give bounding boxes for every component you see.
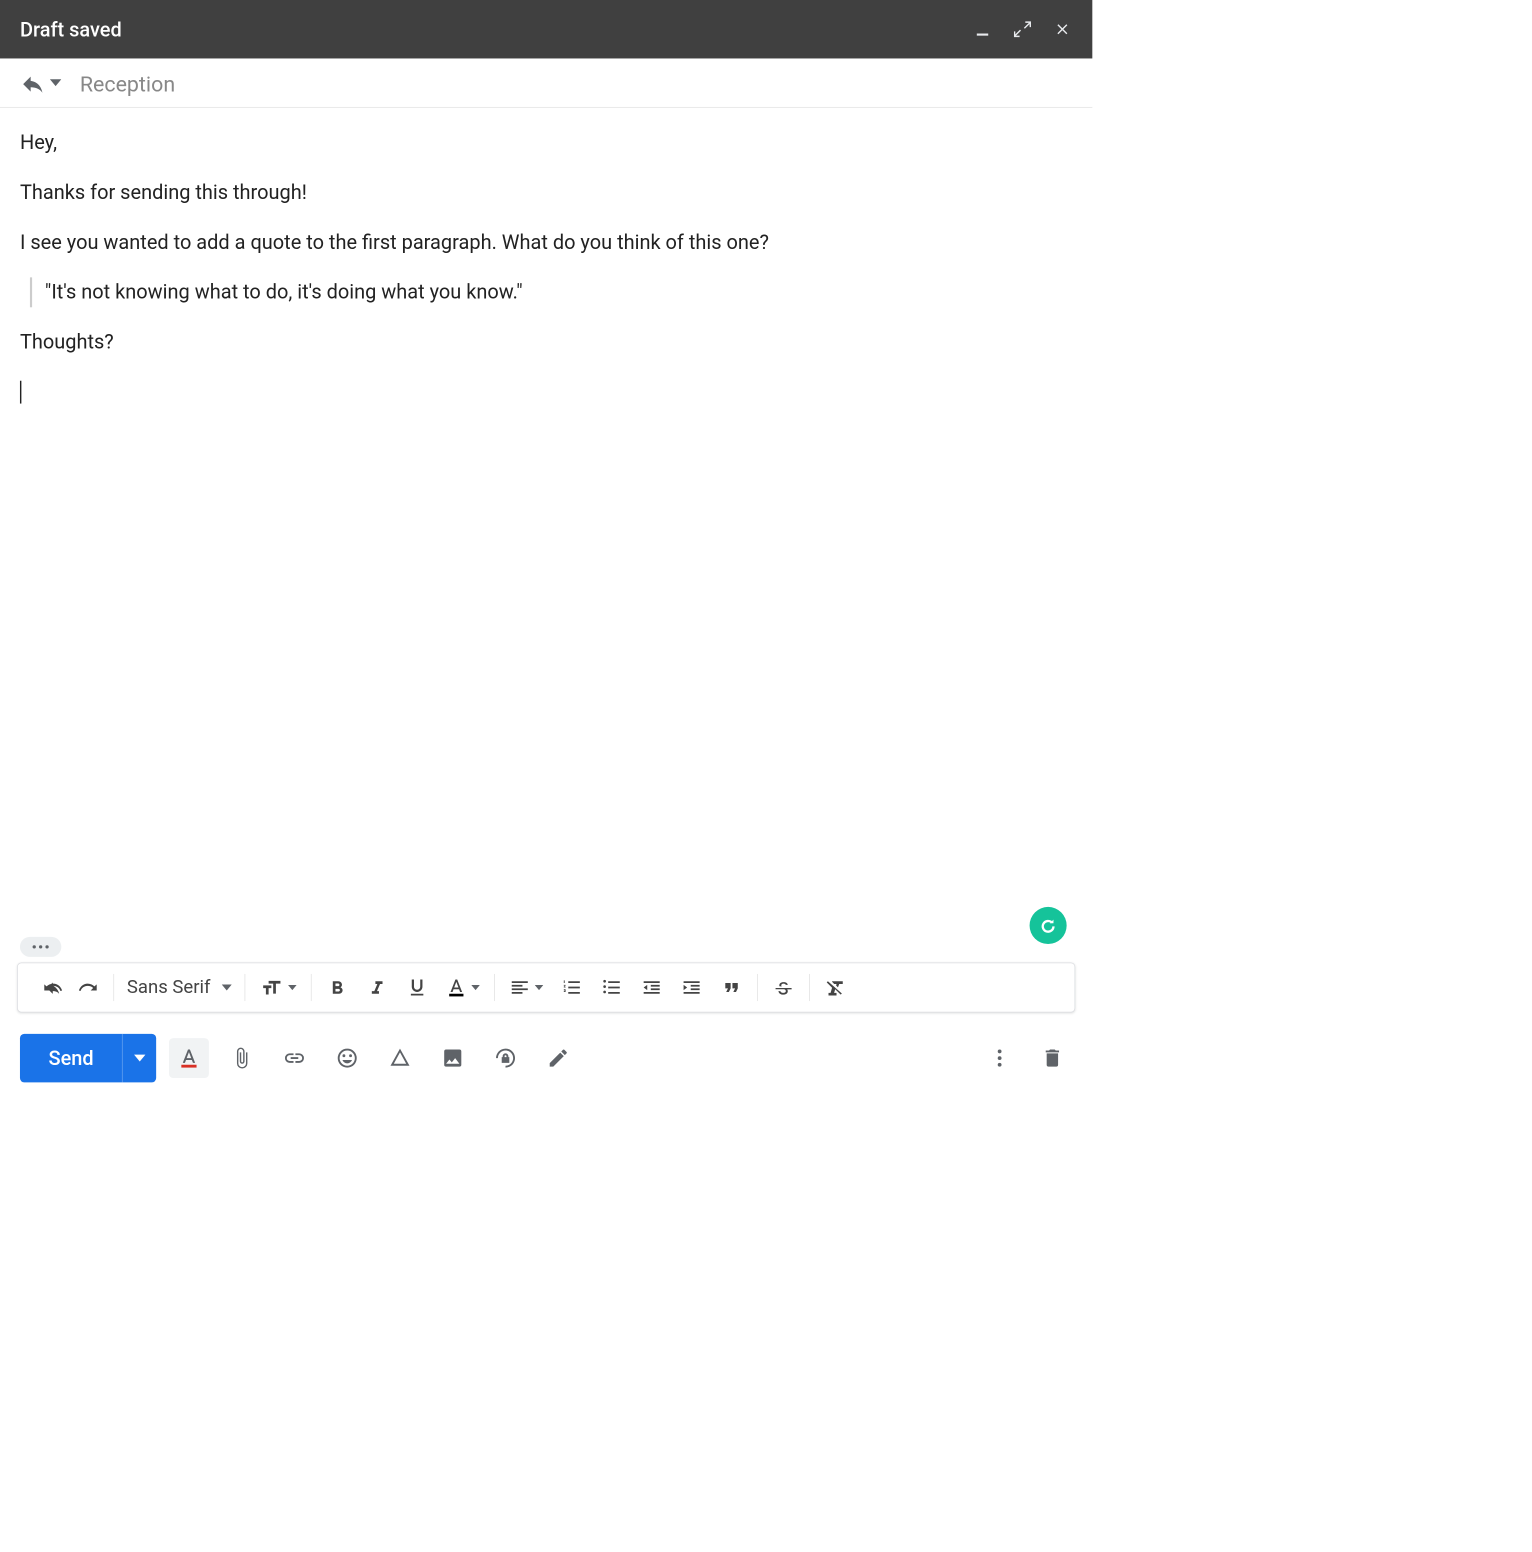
titlebar-actions [973, 19, 1073, 39]
titlebar: Draft saved [0, 0, 1092, 58]
indent-more-button[interactable] [675, 970, 709, 1004]
body-line: Thoughts? [20, 327, 1072, 357]
insert-photo-button[interactable] [433, 1038, 473, 1078]
align-button[interactable] [504, 970, 550, 1004]
discard-draft-button[interactable] [1032, 1038, 1072, 1078]
text-cursor [20, 381, 21, 404]
text-color-button[interactable] [440, 970, 486, 1004]
bulleted-list-button[interactable] [595, 970, 629, 1004]
more-options-button[interactable] [980, 1038, 1020, 1078]
send-more-options[interactable] [122, 1034, 156, 1082]
subject-text[interactable]: Reception [80, 72, 175, 97]
send-button[interactable]: Send [20, 1034, 156, 1082]
reply-type-dropdown[interactable] [50, 77, 61, 91]
body-quote: "It's not knowing what to do, it's doing… [30, 277, 1072, 307]
insert-drive-button[interactable] [380, 1038, 420, 1078]
minimize-button[interactable] [973, 19, 993, 39]
bold-button[interactable] [320, 970, 354, 1004]
insert-signature-button[interactable] [539, 1038, 579, 1078]
compose-window: Draft saved Reception Hey, Thanks for se… [0, 0, 1092, 1107]
window-title: Draft saved [20, 17, 973, 41]
quote-button[interactable] [715, 970, 749, 1004]
italic-button[interactable] [360, 970, 394, 1004]
strikethrough-button[interactable] [767, 970, 801, 1004]
underline-button[interactable] [400, 970, 434, 1004]
redo-button[interactable] [71, 970, 105, 1004]
font-size-button[interactable] [254, 970, 302, 1004]
body-line: Hey, [20, 128, 1072, 158]
subject-row: Reception [0, 58, 1092, 107]
undo-button[interactable] [36, 970, 70, 1004]
font-family-label: Sans Serif [127, 977, 211, 998]
send-label: Send [20, 1034, 122, 1082]
formatting-toolbar: Sans Serif [17, 963, 1075, 1013]
confidential-mode-button[interactable] [486, 1038, 526, 1078]
insert-emoji-button[interactable] [328, 1038, 368, 1078]
show-trimmed-content-button[interactable] [20, 937, 61, 957]
attach-file-button[interactable] [222, 1038, 262, 1078]
body-line: I see you wanted to add a quote to the f… [20, 227, 1072, 257]
body-line: Thanks for sending this through! [20, 178, 1072, 208]
message-body[interactable]: Hey, Thanks for sending this through! I … [0, 108, 1092, 963]
insert-link-button[interactable] [275, 1038, 315, 1078]
send-row: Send [0, 1025, 1092, 1106]
remove-formatting-button[interactable] [819, 970, 853, 1004]
popout-button[interactable] [1012, 19, 1032, 39]
grammarly-badge[interactable] [1030, 907, 1067, 944]
font-family-select[interactable]: Sans Serif [123, 977, 237, 998]
reply-icon[interactable] [20, 71, 46, 97]
numbered-list-button[interactable] [555, 970, 589, 1004]
formatting-options-button[interactable] [169, 1038, 209, 1078]
indent-less-button[interactable] [635, 970, 669, 1004]
close-button[interactable] [1052, 19, 1072, 39]
